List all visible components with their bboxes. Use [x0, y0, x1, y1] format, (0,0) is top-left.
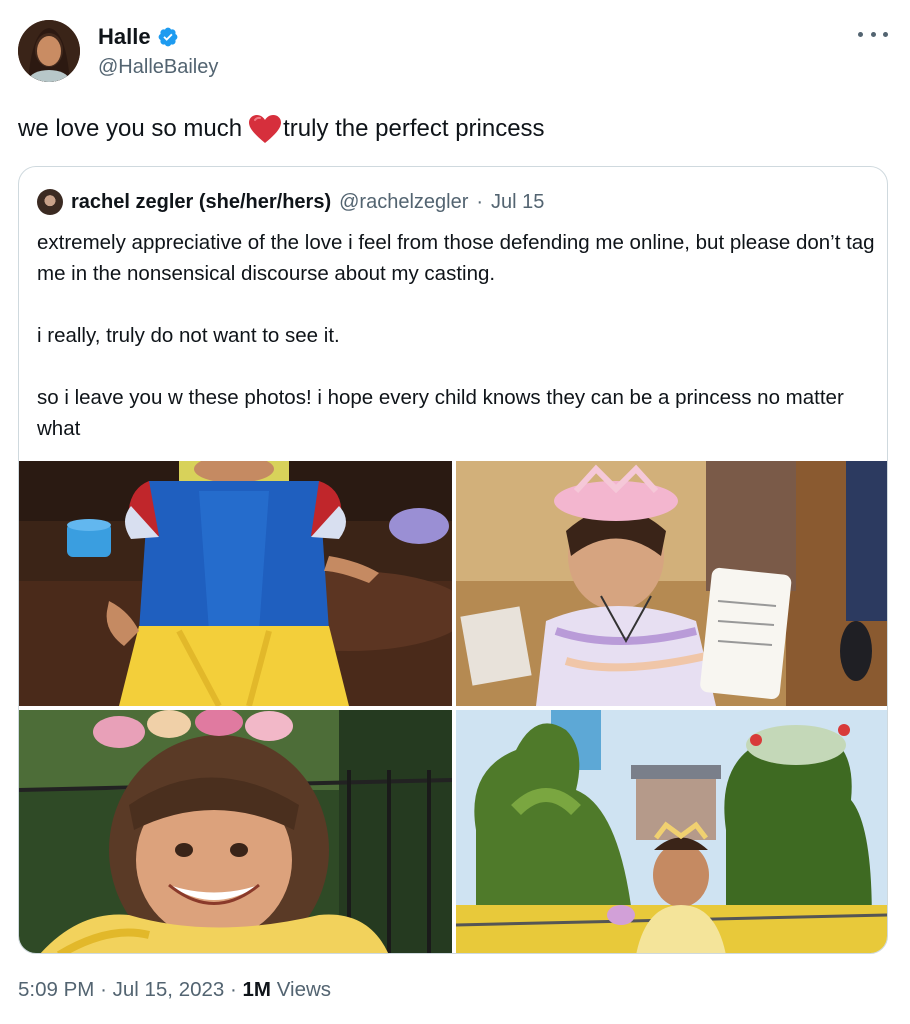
quoted-paragraph: i really, truly do not want to see it.	[37, 324, 340, 347]
dot-icon	[883, 31, 888, 37]
quoted-tweet[interactable]: rachel zegler (she/her/hers) @rachelzegl…	[18, 166, 888, 954]
photo-child-topiary[interactable]	[456, 710, 887, 953]
tweet-time[interactable]: 5:09 PM	[18, 978, 94, 1001]
photo-child-with-tiara[interactable]	[456, 461, 887, 706]
verified-badge-icon[interactable]	[157, 26, 179, 48]
photo-child-flower-crown[interactable]	[19, 710, 452, 953]
quoted-author-avatar[interactable]	[37, 189, 63, 215]
photo-snow-white-costume[interactable]	[19, 461, 452, 706]
author-name-row: Halle	[98, 24, 179, 50]
tweet-meta: 5:09 PM · Jul 15, 2023 · 1M Views	[18, 978, 331, 1002]
tweet-text-after: truly the perfect princess	[283, 115, 545, 142]
photo-grid	[19, 461, 887, 953]
tweet-text: we love you so much truly the perfect pr…	[18, 114, 545, 144]
tweet-date[interactable]: Jul 15, 2023	[113, 978, 225, 1001]
avatar-image	[18, 20, 80, 82]
tweet-text-before: we love you so much	[18, 115, 243, 142]
dot-icon	[858, 31, 863, 37]
quoted-paragraph: extremely appreciative of the love i fee…	[37, 231, 875, 285]
quoted-date[interactable]: Jul 15	[491, 191, 544, 214]
quoted-paragraph: so i leave you w these photos! i hope ev…	[37, 386, 844, 440]
meta-separator: ·	[230, 978, 237, 1001]
more-options-icon[interactable]	[858, 22, 888, 46]
quoted-author-name[interactable]: rachel zegler (she/her/hers)	[71, 191, 331, 214]
author-avatar[interactable]	[18, 20, 80, 82]
meta-separator: ·	[100, 978, 107, 1001]
quoted-author-handle[interactable]: @rachelzegler	[339, 191, 468, 214]
author-display-name[interactable]: Halle	[98, 24, 151, 50]
dot-icon	[870, 31, 876, 37]
red-heart-icon	[249, 115, 282, 143]
quoted-tweet-body: extremely appreciative of the love i fee…	[37, 227, 877, 444]
quoted-separator: ·	[476, 190, 484, 213]
author-handle[interactable]: @HalleBailey	[98, 56, 218, 79]
quoted-tweet-header: rachel zegler (she/her/hers) @rachelzegl…	[37, 189, 544, 215]
views-label: Views	[276, 978, 332, 1001]
views-count: 1M	[242, 978, 272, 1001]
